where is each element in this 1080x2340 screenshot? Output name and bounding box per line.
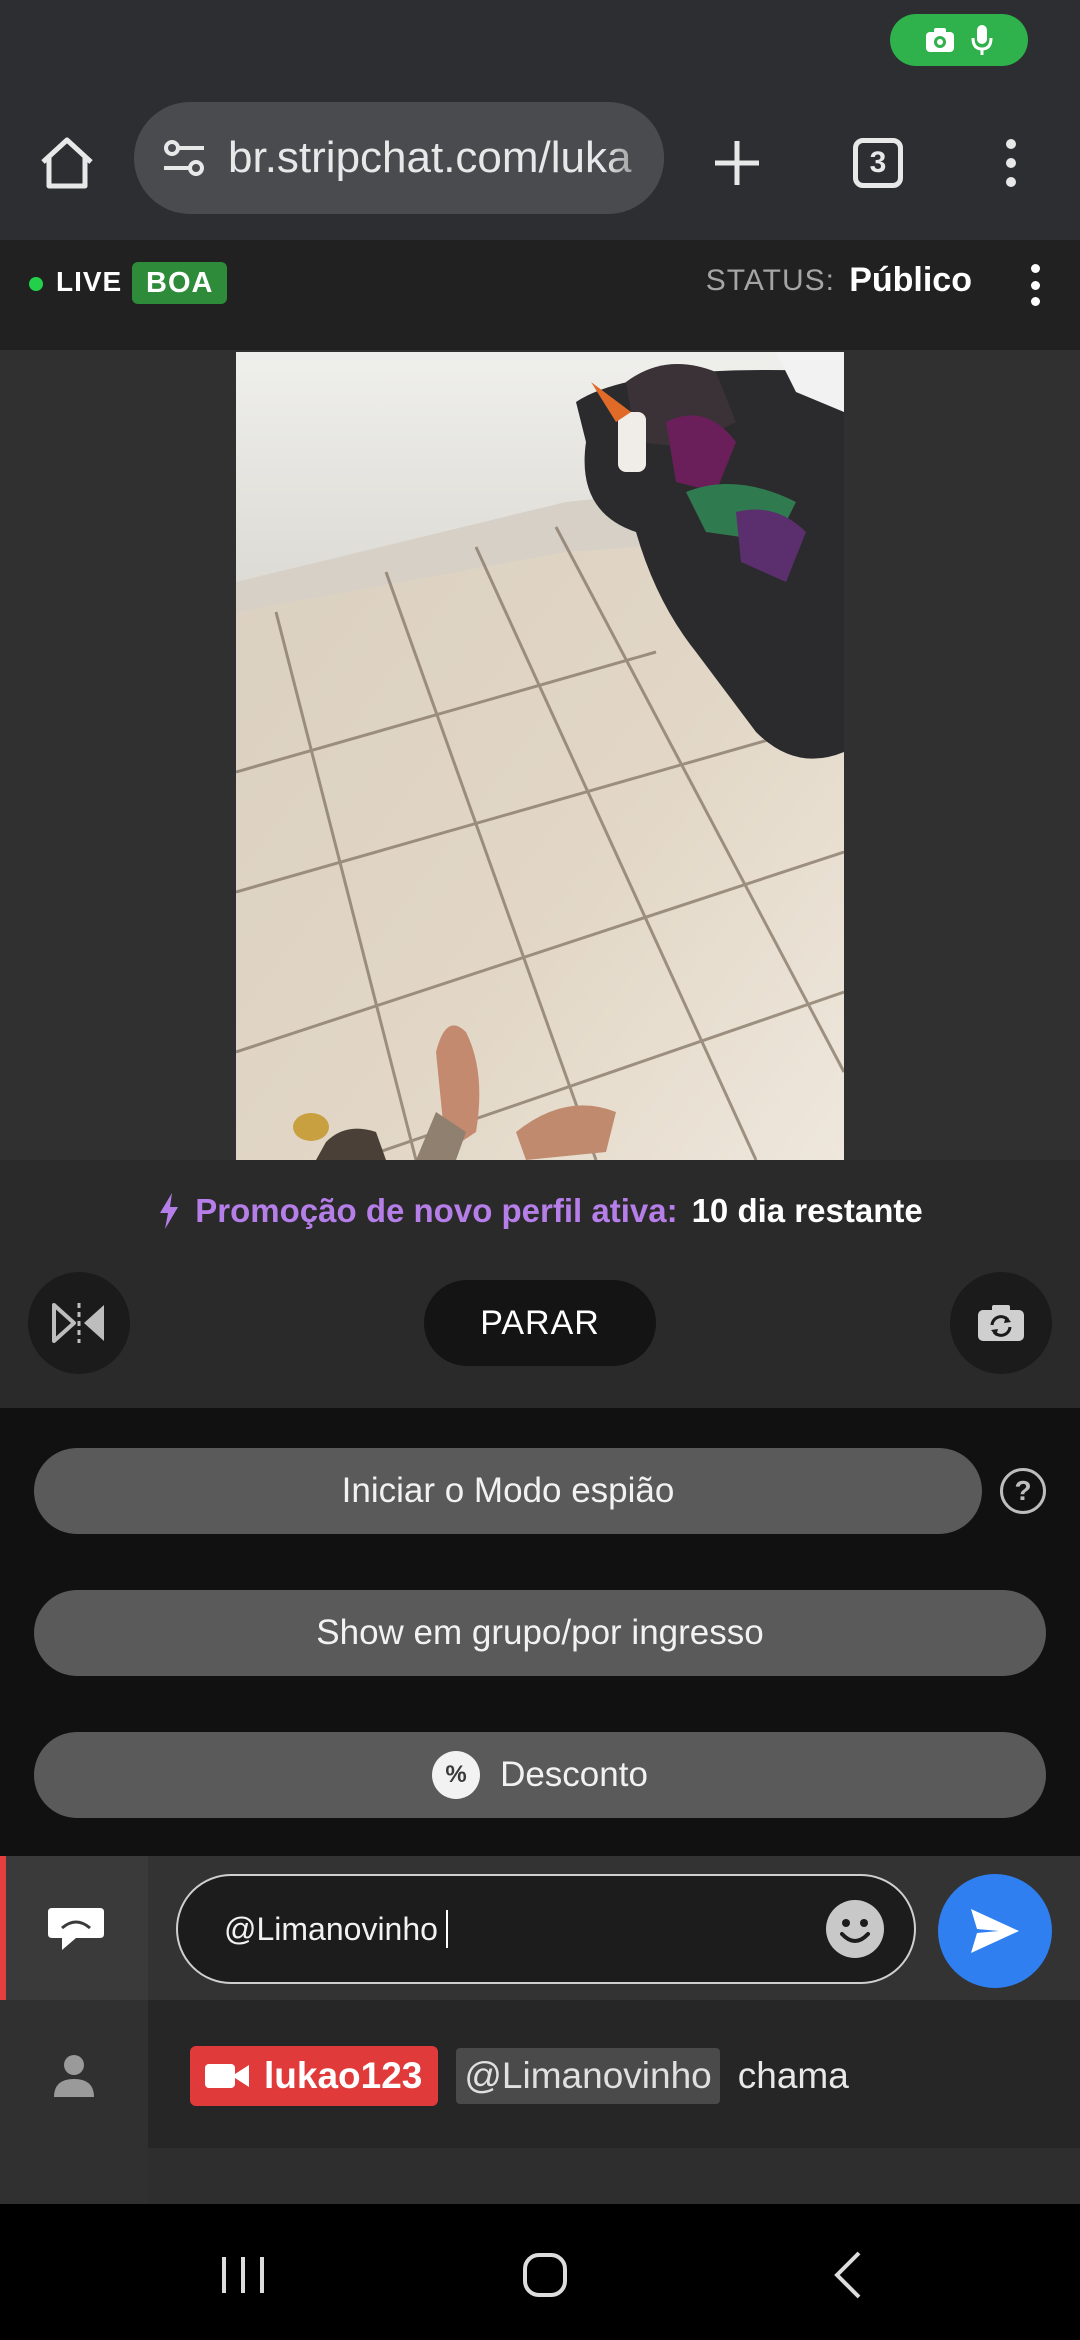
microphone-icon — [971, 25, 993, 55]
tab-count: 3 — [853, 138, 903, 188]
send-button[interactable] — [938, 1874, 1052, 1988]
tab-switcher-button[interactable]: 3 — [833, 118, 923, 208]
video-camera-icon — [205, 2064, 249, 2088]
recent-apps-button[interactable] — [198, 2230, 288, 2320]
promo-banner: Promoção de novo perfil ativa: 10 dia re… — [0, 1192, 1080, 1230]
url-text: br.stripchat.com/luka — [228, 133, 632, 182]
site-settings-icon — [164, 140, 204, 176]
text-caret — [445, 1910, 448, 1948]
status-value[interactable]: Público — [849, 261, 972, 300]
home-nav-button[interactable] — [500, 2230, 590, 2320]
promo-remaining: 10 dia restante — [691, 1192, 923, 1229]
camera-switch-icon — [978, 1305, 1024, 1341]
flip-horizontal-icon — [52, 1303, 104, 1343]
plus-icon — [715, 141, 759, 185]
smiley-icon — [840, 1919, 870, 1943]
mention-chip[interactable]: @Limanovinho — [456, 2048, 720, 2104]
lightning-icon — [160, 1193, 179, 1229]
address-bar[interactable]: br.stripchat.com/luka — [134, 102, 664, 214]
chat-input-value: @Limanovinho — [224, 1910, 438, 1947]
emoji-picker-button[interactable] — [826, 1900, 884, 1958]
username-text: lukao123 — [264, 2055, 423, 2096]
video-frame — [236, 352, 844, 1160]
home-button[interactable] — [22, 118, 112, 208]
url-fade — [604, 102, 664, 214]
mirror-button[interactable] — [28, 1272, 130, 1374]
spy-mode-button[interactable]: Iniciar o Modo espião — [34, 1448, 982, 1534]
chat-bubble-icon — [48, 1908, 104, 1950]
recents-icon — [222, 2257, 264, 2293]
new-tab-button[interactable] — [692, 118, 782, 208]
next-message-partial — [148, 2148, 1080, 2204]
stream-menu-button[interactable] — [1020, 260, 1050, 310]
help-icon[interactable]: ? — [1000, 1468, 1046, 1514]
chat-tab[interactable] — [0, 1856, 148, 2000]
live-video-feed[interactable] — [236, 352, 844, 1160]
home-icon — [41, 137, 93, 189]
back-button[interactable] — [803, 2230, 893, 2320]
more-vertical-icon — [1006, 139, 1016, 187]
chat-message-input[interactable]: @Limanovinho — [176, 1874, 916, 1984]
username-badge[interactable]: lukao123 — [190, 2046, 439, 2106]
camera-icon — [926, 28, 954, 52]
send-icon — [971, 1909, 1019, 1953]
spy-mode-label: Iniciar o Modo espião — [341, 1471, 675, 1510]
group-show-button[interactable]: Show em grupo/por ingresso — [34, 1590, 1046, 1676]
discount-icon: % — [432, 1751, 481, 1799]
users-tab-icon[interactable] — [50, 2051, 98, 2099]
home-circle-icon — [523, 2253, 567, 2297]
back-chevron-icon — [834, 2251, 861, 2299]
recording-indicator — [890, 14, 1028, 66]
message-text: chama — [737, 2055, 849, 2096]
promo-label: Promoção de novo perfil ativa: — [195, 1192, 678, 1229]
chat-message: lukao123 @Limanovinho chama — [190, 2046, 849, 2106]
browser-menu-button[interactable] — [966, 118, 1056, 208]
discount-button[interactable]: % Desconto — [34, 1732, 1046, 1818]
live-indicator-dot — [29, 277, 43, 291]
boa-badge: BOA — [132, 262, 228, 304]
live-label: LIVE — [56, 266, 123, 297]
status-bar — [0, 0, 1080, 88]
status-label: STATUS: — [705, 264, 835, 297]
discount-label: Desconto — [500, 1755, 648, 1794]
browser-toolbar: br.stripchat.com/luka 3 — [0, 88, 1080, 240]
stop-broadcast-button[interactable]: PARAR — [424, 1280, 656, 1366]
group-show-label: Show em grupo/por ingresso — [316, 1613, 764, 1652]
switch-camera-button[interactable] — [950, 1272, 1052, 1374]
